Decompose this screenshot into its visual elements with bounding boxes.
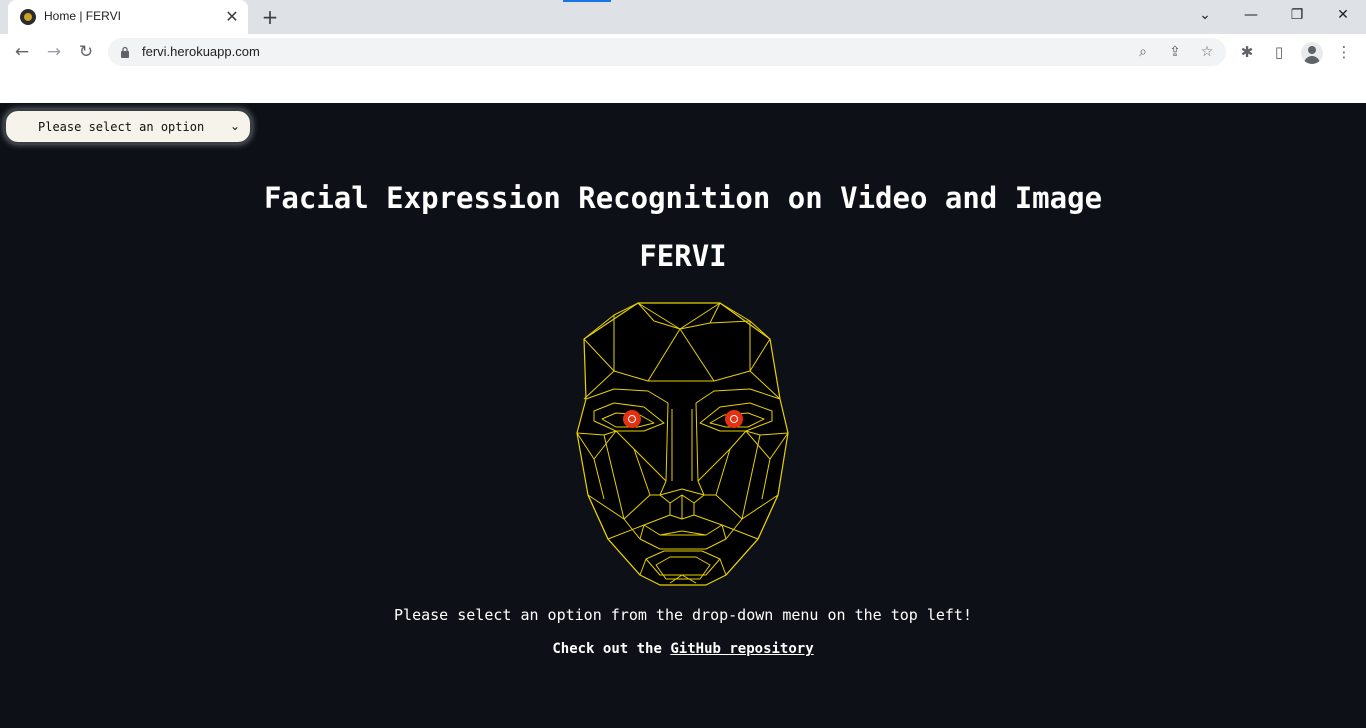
forward-arrow-icon[interactable]: → [41,39,67,65]
tab-title: Home | FERVI [44,9,121,23]
kebab-menu-icon[interactable]: ⋮ [1334,42,1354,62]
lock-icon [121,46,129,58]
page-body: Please select an option ⌄ Facial Express… [0,103,1366,728]
chevron-down-icon[interactable]: ⌄ [1182,0,1228,30]
back-arrow-icon[interactable]: ← [9,39,35,65]
zoom-icon[interactable]: ⌕ [1133,42,1153,62]
side-panel-icon[interactable]: ▯ [1269,42,1289,62]
fervi-favicon-icon [20,9,36,25]
repo-line: Check out the GitHub repository [0,641,1366,657]
option-select[interactable]: Please select an option [6,111,250,142]
share-icon[interactable]: ⇪ [1165,42,1185,62]
plus-icon[interactable]: + [258,5,282,29]
instruction-text: Please select an option from the drop-do… [394,606,972,624]
face-mesh-icon [576,302,789,586]
reload-icon[interactable]: ↻ [73,39,99,65]
option-select-wrapper: Please select an option ⌄ [6,111,250,142]
repo-prefix: Check out the [552,641,671,657]
tab-search-indicator [563,0,611,2]
page-subtitle: FERVI [639,239,727,273]
toolbar-spacer [0,70,1366,103]
github-repo-link[interactable]: GitHub repository [670,641,813,657]
star-icon[interactable]: ☆ [1197,42,1217,62]
restore-icon[interactable]: ❐ [1274,0,1320,30]
close-icon[interactable]: ✕ [222,7,242,27]
profile-icon[interactable] [1301,42,1323,64]
page-title: Facial Expression Recognition on Video a… [263,181,1103,215]
browser-tab[interactable]: Home | FERVI ✕ [8,0,248,34]
puzzle-icon[interactable]: ✱ [1237,42,1257,62]
minimize-icon[interactable]: — [1228,0,1274,30]
browser-toolbar: ← → ↻ fervi.herokuapp.com ⌕ ⇪ ☆ ✱ ▯ ⋮ [0,34,1366,70]
tab-strip: Home | FERVI ✕ + ⌄ — ❐ ✕ [0,0,1366,34]
url-text: fervi.herokuapp.com [142,44,260,59]
address-bar[interactable]: fervi.herokuapp.com ⌕ ⇪ ☆ [108,38,1226,66]
window-close-icon[interactable]: ✕ [1320,0,1366,30]
